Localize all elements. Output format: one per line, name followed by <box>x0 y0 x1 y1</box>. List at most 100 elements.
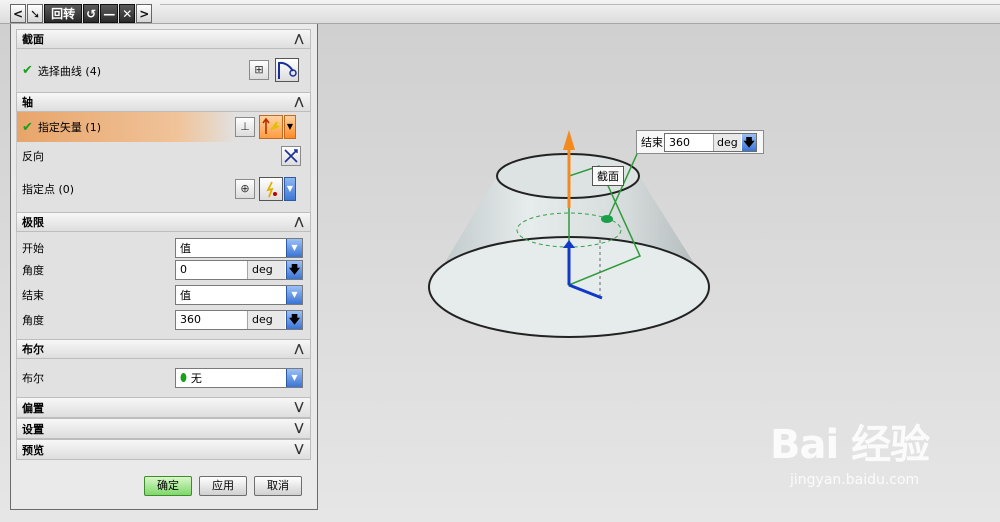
dialog-footer: 确定 应用 取消 <box>16 476 311 500</box>
vector-arrow-head <box>563 130 575 150</box>
check-icon: ✔ <box>22 119 33 135</box>
callout-field[interactable]: 360 deg 🡇 <box>664 133 757 152</box>
point-dropdown-arrow[interactable]: ▼ <box>284 177 296 201</box>
boolean-row: 布尔 ⬮ 无 ▼ <box>17 359 310 397</box>
specify-point-label: 指定点 (0) <box>22 183 75 196</box>
start-angle-value[interactable]: 0 <box>180 263 187 276</box>
select-curve-label: 选择曲线 (4) <box>37 64 101 78</box>
specify-point-row[interactable]: 指定点 (0) ⊕ ▼ <box>17 170 310 208</box>
end-angle-field[interactable]: 360 deg 🡇 <box>175 309 303 330</box>
arrow-down-icon[interactable]: 🡇 <box>742 134 756 151</box>
section-tag: 截面 <box>592 166 624 186</box>
limits-title: 极限 <box>22 216 44 229</box>
ok-button[interactable]: 确定 <box>144 476 192 496</box>
vector-dropdown-arrow[interactable]: ▼ <box>284 115 296 139</box>
start-angle-unit: deg <box>247 260 285 279</box>
end-angle-row: 角度 360 deg 🡇 <box>17 307 310 332</box>
callout-unit: deg <box>713 134 741 151</box>
section-body-section: ✔ 选择曲线 (4) ⊞ <box>16 49 311 92</box>
forward-arrow-button[interactable]: > <box>136 4 153 23</box>
boolean-select[interactable]: ⬮ 无 ▼ <box>175 368 303 388</box>
end-select-value: 值 <box>180 288 191 302</box>
sketch-section-icon[interactable]: ⊞ <box>249 60 269 80</box>
offset-title: 偏置 <box>22 401 44 415</box>
check-icon: ✔ <box>22 63 33 78</box>
apply-button[interactable]: 应用 <box>199 476 247 496</box>
reverse-row: 反向 <box>17 142 310 170</box>
section-header-offset[interactable]: 偏置 ⋁ <box>16 397 311 418</box>
watermark-brand: Bai 经验 <box>770 422 930 468</box>
specify-vector-row[interactable]: ✔ 指定矢量 (1) ⊥ ▼ <box>17 112 310 142</box>
arrow-down-icon[interactable]: 🡇 <box>286 260 302 279</box>
vector-dialog-icon[interactable]: ⊥ <box>235 117 255 137</box>
end-select[interactable]: 值 ▼ <box>175 284 303 305</box>
section-title: 截面 <box>22 33 44 46</box>
section-body-boolean: 布尔 ⬮ 无 ▼ <box>16 359 311 397</box>
section-header-preview[interactable]: 预览 ⋁ <box>16 439 311 460</box>
end-angle-label: 角度 <box>22 313 44 327</box>
callout-value[interactable]: 360 <box>669 136 690 149</box>
collapse-icon[interactable]: ⋀ <box>292 215 306 229</box>
inferred-vector-icon[interactable] <box>259 115 283 139</box>
frustum-body <box>430 154 709 333</box>
close-button[interactable]: ✕ <box>119 4 136 23</box>
start-angle-label: 角度 <box>22 263 44 277</box>
csys-x <box>568 283 603 300</box>
start-label: 开始 <box>22 241 44 255</box>
start-select-value: 值 <box>180 241 191 255</box>
reset-icon[interactable]: ↺ <box>83 4 100 23</box>
chevron-down-icon[interactable]: ▼ <box>286 369 302 387</box>
callout-label: 结束 <box>641 136 663 149</box>
reverse-label: 反向 <box>22 150 44 163</box>
boolean-title: 布尔 <box>22 343 44 356</box>
reverse-direction-icon[interactable] <box>281 146 301 166</box>
boolean-select-value: 无 <box>190 372 202 385</box>
end-angle-value[interactable]: 360 <box>180 313 201 326</box>
section-header-limits[interactable]: 极限 ⋀ <box>16 212 311 232</box>
drag-handle <box>601 215 613 223</box>
chevron-down-icon[interactable]: ▼ <box>286 285 302 304</box>
expand-icon[interactable]: ⋁ <box>292 400 306 414</box>
expand-icon[interactable]: ⋁ <box>292 421 306 435</box>
start-select[interactable]: 值 ▼ <box>175 237 303 258</box>
settings-title: 设置 <box>22 422 44 436</box>
point-dialog-icon[interactable]: ⊕ <box>235 179 255 199</box>
section-body-axis: ✔ 指定矢量 (1) ⊥ ▼ 反向 指定点 (0) ⊕ ▼ <box>16 112 311 212</box>
arrow-down-icon[interactable]: 🡇 <box>286 310 302 329</box>
watermark-url: jingyan.baidu.com <box>790 472 920 488</box>
boolean-label: 布尔 <box>22 372 44 385</box>
start-angle-field[interactable]: 0 deg 🡇 <box>175 259 303 280</box>
curve-select-icon[interactable] <box>275 58 299 82</box>
end-row: 结束 值 ▼ <box>17 282 310 307</box>
pin-icon[interactable]: ➘ <box>27 4 44 23</box>
top-divider <box>160 4 1000 5</box>
axis-title: 轴 <box>22 96 33 109</box>
expand-icon[interactable]: ⋁ <box>292 442 306 456</box>
collapse-icon[interactable]: ⋀ <box>292 342 306 356</box>
end-angle-callout[interactable]: 结束 360 deg 🡇 <box>636 130 764 154</box>
hidden-circle <box>516 212 622 248</box>
minimize-button[interactable]: — <box>100 4 119 23</box>
specify-vector-label: 指定矢量 (1) <box>37 121 101 134</box>
boolean-none-icon: ⬮ <box>180 371 187 384</box>
section-header-section[interactable]: 截面 ⋀ <box>16 29 311 49</box>
section-header-settings[interactable]: 设置 ⋁ <box>16 418 311 439</box>
csys-arrow <box>563 240 575 248</box>
collapse-icon[interactable]: ⋀ <box>292 32 306 46</box>
revolve-dialog: 截面 ⋀ ✔ 选择曲线 (4) ⊞ 轴 ⋀ ✔ 指定矢量 (1) ⊥ ▼ 反向 … <box>10 24 318 510</box>
collapse-icon[interactable]: ⋀ <box>292 95 306 109</box>
section-header-axis[interactable]: 轴 ⋀ <box>16 92 311 112</box>
chevron-down-icon[interactable]: ▼ <box>286 238 302 257</box>
select-curve-row[interactable]: ✔ 选择曲线 (4) ⊞ <box>17 49 310 92</box>
section-header-boolean[interactable]: 布尔 ⋀ <box>16 339 311 359</box>
inferred-point-icon[interactable] <box>259 177 283 201</box>
start-angle-row: 角度 0 deg 🡇 <box>17 257 310 282</box>
section-body-limits: 开始 值 ▼ 角度 0 deg 🡇 结束 值 ▼ 角度 360 deg 🡇 <box>16 232 311 339</box>
cancel-button[interactable]: 取消 <box>254 476 302 496</box>
back-arrow-button[interactable]: < <box>10 4 27 23</box>
dialog-content: 截面 ⋀ ✔ 选择曲线 (4) ⊞ 轴 ⋀ ✔ 指定矢量 (1) ⊥ ▼ 反向 … <box>16 29 311 460</box>
dialog-title: 回转 <box>44 4 83 23</box>
end-angle-unit: deg <box>247 310 285 329</box>
frustum-base <box>428 236 710 338</box>
preview-title: 预览 <box>22 443 44 457</box>
